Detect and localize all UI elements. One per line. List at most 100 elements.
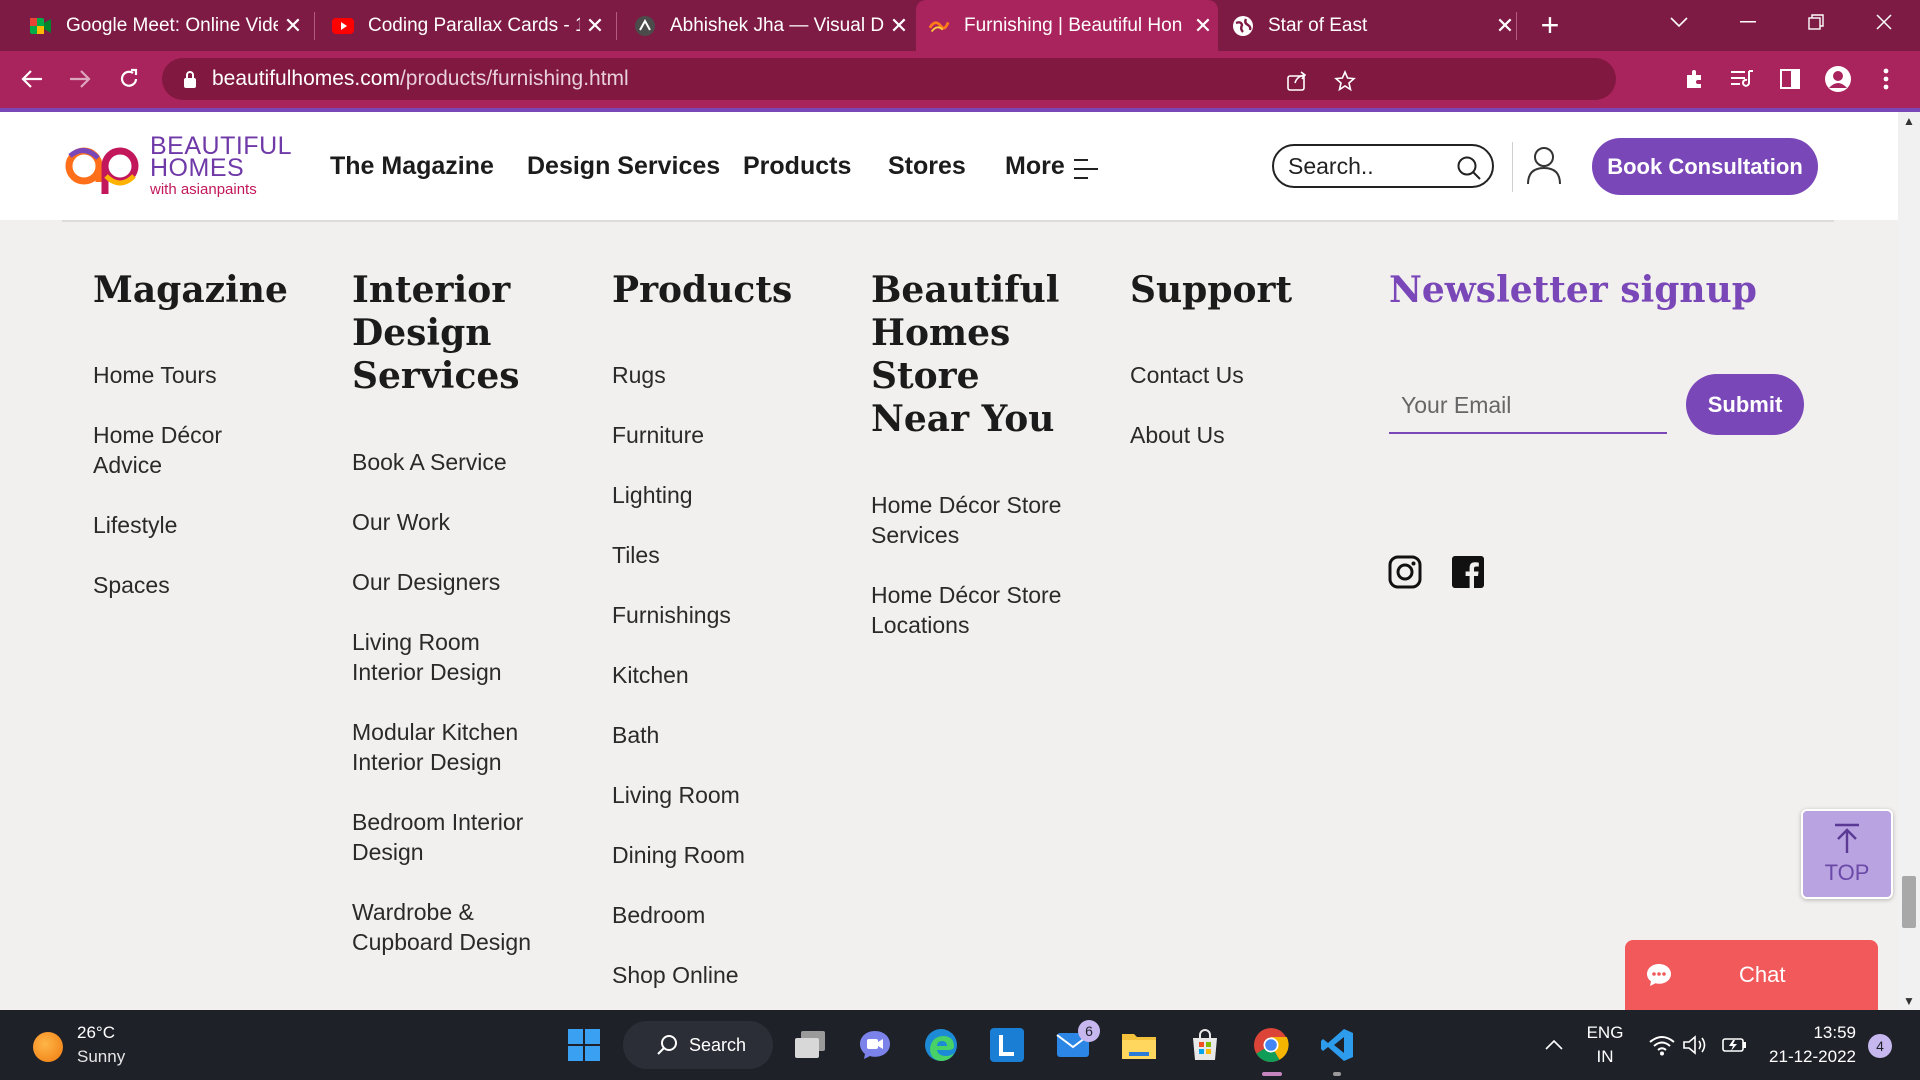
footer-link-contact-us[interactable]: Contact Us <box>1130 360 1244 390</box>
more-menu-icon[interactable] <box>1072 158 1100 180</box>
clock-time[interactable]: 13:59 <box>1762 1023 1856 1043</box>
task-view-icon[interactable] <box>790 1025 830 1065</box>
tab-furnishing-active[interactable]: Furnishing | Beautiful Hon ✕ <box>916 0 1218 51</box>
bookmark-star-icon[interactable] <box>1332 68 1358 94</box>
tab-close-icon[interactable]: ✕ <box>1188 13 1218 39</box>
youtube-icon <box>332 15 354 37</box>
globe-icon <box>1232 15 1254 37</box>
windows-start-icon[interactable] <box>564 1025 604 1065</box>
footer-link-lighting[interactable]: Lighting <box>612 480 693 510</box>
url-bar[interactable]: beautifulhomes.com/products/furnishing.h… <box>162 58 1616 100</box>
nav-more[interactable]: More <box>1005 152 1065 181</box>
footer-link-wardrobe-cupboard[interactable]: Wardrobe & Cupboard Design <box>352 897 531 957</box>
tab-youtube[interactable]: Coding Parallax Cards - 1 ✕ <box>320 0 610 51</box>
clock-date[interactable]: 21-12-2022 <box>1762 1047 1856 1067</box>
browser-menu-icon[interactable] <box>1866 59 1906 99</box>
footer-link-bedroom[interactable]: Bedroom <box>612 900 705 930</box>
weather-condition[interactable]: Sunny <box>77 1047 125 1067</box>
footer-link-store-locations[interactable]: Home Décor Store Locations <box>871 580 1061 640</box>
nav-stores[interactable]: Stores <box>888 152 966 181</box>
footer-link-our-work[interactable]: Our Work <box>352 507 450 537</box>
new-tab-button[interactable]: + <box>1531 6 1569 44</box>
notification-count-badge[interactable]: 4 <box>1868 1034 1892 1058</box>
tab-separator <box>314 12 315 40</box>
footer-link-rugs[interactable]: Rugs <box>612 360 666 390</box>
teams-chat-icon[interactable] <box>855 1025 895 1065</box>
tab-search-chevron-icon[interactable] <box>1647 0 1711 44</box>
side-panel-icon[interactable] <box>1770 59 1810 99</box>
battery-icon[interactable] <box>1714 1025 1754 1065</box>
site-search-box[interactable] <box>1272 144 1494 188</box>
nav-products[interactable]: Products <box>743 152 851 181</box>
language-primary[interactable]: ENG <box>1585 1023 1625 1043</box>
nav-design-services[interactable]: Design Services <box>527 152 720 181</box>
footer-link-our-designers[interactable]: Our Designers <box>352 567 500 597</box>
forward-icon[interactable] <box>60 59 100 99</box>
tab-close-icon[interactable]: ✕ <box>580 13 610 39</box>
back-to-top-button[interactable]: TOP <box>1801 809 1893 899</box>
minimize-icon[interactable] <box>1716 0 1780 44</box>
back-icon[interactable] <box>12 59 52 99</box>
footer-link-kitchen[interactable]: Kitchen <box>612 660 689 690</box>
footer-link-tiles[interactable]: Tiles <box>612 540 660 570</box>
weather-temperature[interactable]: 26°C <box>77 1023 115 1043</box>
newsletter-submit-button[interactable]: Submit <box>1686 374 1804 435</box>
footer-link-living-room-interior[interactable]: Living Room Interior Design <box>352 627 502 687</box>
tab-abhishek[interactable]: Abhishek Jha — Visual De ✕ <box>622 0 914 51</box>
footer-link-lifestyle[interactable]: Lifestyle <box>93 510 177 540</box>
file-explorer-icon[interactable] <box>1119 1025 1159 1065</box>
newsletter-email-input[interactable] <box>1401 392 1651 419</box>
footer-link-living-room[interactable]: Living Room <box>612 780 740 810</box>
scroll-up-arrow-icon[interactable]: ▲ <box>1898 114 1920 128</box>
footer-link-home-decor-advice[interactable]: Home Décor Advice <box>93 420 222 480</box>
microsoft-store-icon[interactable] <box>1185 1025 1225 1065</box>
taskbar-search[interactable]: Search <box>623 1021 773 1069</box>
scrollbar-thumb[interactable] <box>1902 876 1916 928</box>
tab-google-meet[interactable]: Google Meet: Online Vide ✕ <box>18 0 308 51</box>
instagram-icon[interactable] <box>1388 555 1422 589</box>
footer-link-bedroom-interior[interactable]: Bedroom Interior Design <box>352 807 523 867</box>
reading-list-icon[interactable] <box>1722 59 1762 99</box>
lock-icon[interactable] <box>182 69 198 89</box>
extensions-icon[interactable] <box>1675 59 1715 99</box>
l-app-icon[interactable] <box>987 1025 1027 1065</box>
footer-link-shop-online[interactable]: Shop Online <box>612 960 739 990</box>
footer-link-furnishings[interactable]: Furnishings <box>612 600 731 630</box>
link-line: Locations <box>871 612 970 638</box>
user-account-icon[interactable] <box>1526 146 1562 186</box>
footer-link-dining-room[interactable]: Dining Room <box>612 840 745 870</box>
site-search-input[interactable] <box>1288 152 1448 180</box>
footer-link-modular-kitchen-interior[interactable]: Modular Kitchen Interior Design <box>352 717 518 777</box>
footer-link-home-tours[interactable]: Home Tours <box>93 360 217 390</box>
footer-link-furniture[interactable]: Furniture <box>612 420 704 450</box>
sun-weather-icon[interactable] <box>33 1032 63 1062</box>
search-icon[interactable] <box>1456 155 1482 181</box>
page-scrollbar[interactable]: ▲ ▼ <box>1898 112 1920 1010</box>
reload-icon[interactable] <box>109 59 149 99</box>
book-consultation-button[interactable]: Book Consultation <box>1592 138 1818 195</box>
scroll-down-arrow-icon[interactable]: ▼ <box>1898 994 1920 1008</box>
footer-link-book-a-service[interactable]: Book A Service <box>352 447 507 477</box>
facebook-icon[interactable] <box>1451 555 1485 589</box>
footer-link-bath[interactable]: Bath <box>612 720 659 750</box>
volume-icon[interactable] <box>1676 1025 1716 1065</box>
chrome-icon[interactable] <box>1251 1025 1291 1065</box>
tab-close-icon[interactable]: ✕ <box>278 13 308 39</box>
tab-star-of-east[interactable]: Star of East ✕ <box>1220 0 1520 51</box>
profile-avatar-icon[interactable] <box>1818 59 1858 99</box>
newsletter-email-field[interactable] <box>1389 382 1667 434</box>
footer-link-about-us[interactable]: About Us <box>1130 420 1225 450</box>
language-secondary[interactable]: IN <box>1585 1047 1625 1067</box>
footer-link-spaces[interactable]: Spaces <box>93 570 170 600</box>
vscode-icon[interactable] <box>1317 1025 1357 1065</box>
edge-icon[interactable] <box>921 1025 961 1065</box>
restore-icon[interactable] <box>1784 0 1848 44</box>
tab-close-icon[interactable]: ✕ <box>884 13 914 39</box>
show-hidden-icons-chevron-icon[interactable] <box>1534 1025 1574 1065</box>
footer-link-store-services[interactable]: Home Décor Store Services <box>871 490 1061 550</box>
close-window-icon[interactable] <box>1852 0 1916 44</box>
chat-button[interactable]: Chat <box>1625 940 1878 1010</box>
beautiful-homes-logo[interactable]: BEAUTIFUL HOMES with asianpaints <box>62 132 292 204</box>
nav-the-magazine[interactable]: The Magazine <box>330 152 494 181</box>
share-icon[interactable] <box>1284 68 1310 94</box>
